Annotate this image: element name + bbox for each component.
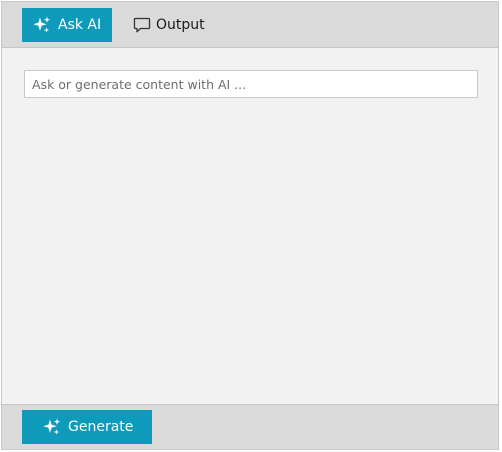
tab-ask-ai[interactable]: Ask AI bbox=[22, 8, 112, 42]
tab-output-label: Output bbox=[156, 17, 205, 33]
prompt-input[interactable] bbox=[24, 70, 478, 98]
tab-output[interactable]: Output bbox=[132, 8, 205, 42]
chat-bubble-icon bbox=[132, 15, 152, 35]
tab-bar: Ask AI Output bbox=[2, 2, 498, 48]
generate-button-label: Generate bbox=[68, 419, 134, 435]
sparkle-icon bbox=[42, 417, 62, 437]
generate-button[interactable]: Generate bbox=[22, 410, 152, 444]
tab-ask-ai-label: Ask AI bbox=[58, 17, 102, 33]
footer-bar: Generate bbox=[2, 404, 498, 449]
ai-assistant-panel: Ask AI Output Generate bbox=[1, 1, 499, 450]
sparkle-icon bbox=[32, 15, 52, 35]
